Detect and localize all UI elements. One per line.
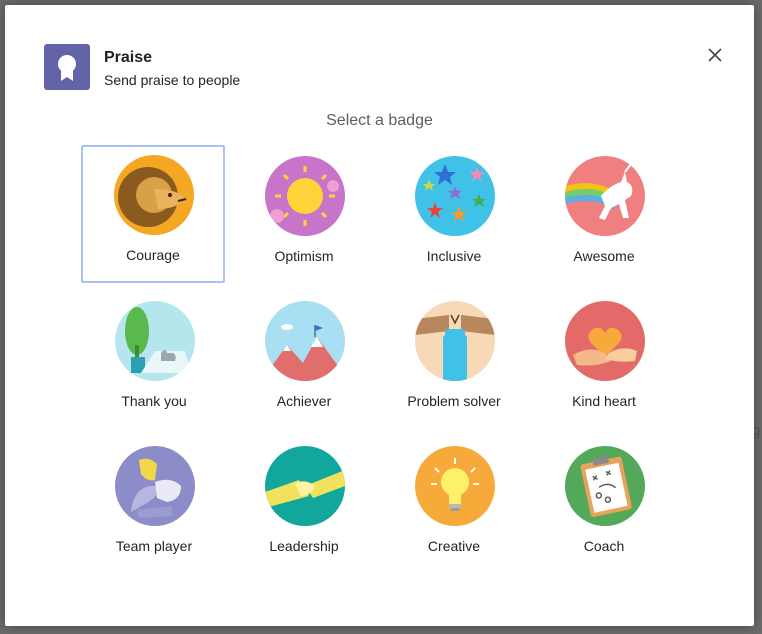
praise-dialog: Praise Send praise to people Select a ba…: [5, 5, 754, 626]
badge-label: Awesome: [573, 248, 635, 264]
badge-courage[interactable]: Courage: [81, 145, 225, 283]
unicorn-icon: [565, 156, 645, 236]
fist-icon: [415, 301, 495, 381]
badge-team-player[interactable]: Team player: [82, 436, 226, 574]
close-icon: [708, 48, 722, 62]
badge-creative[interactable]: Creative: [382, 436, 526, 574]
badge-label: Creative: [427, 538, 481, 554]
team-hands-icon: [115, 446, 195, 526]
dialog-title: Praise: [104, 49, 153, 66]
badge-leadership[interactable]: Leadership: [232, 436, 376, 574]
badge-problem-solver[interactable]: Problem solver: [382, 291, 526, 429]
lion-icon: [114, 155, 194, 235]
lightbulb-icon: [415, 446, 495, 526]
sun-icon: [265, 156, 345, 236]
thumbs-up-icon: [115, 301, 195, 381]
badge-coach[interactable]: Coach: [532, 436, 676, 574]
badge-label: Kind heart: [572, 393, 636, 409]
badge-inclusive[interactable]: Inclusive: [382, 146, 526, 284]
badge-optimism[interactable]: Optimism: [232, 146, 376, 284]
badge-label: Optimism: [274, 248, 334, 264]
badge-awesome[interactable]: Awesome: [532, 146, 676, 284]
badge-label: Achiever: [276, 393, 332, 409]
close-button[interactable]: [701, 41, 729, 69]
dialog-subtitle: Send praise to people: [104, 72, 241, 88]
badge-kind-heart[interactable]: Kind heart: [532, 291, 676, 429]
badge-achiever[interactable]: Achiever: [232, 291, 376, 429]
badge-label: Thank you: [121, 393, 187, 409]
badge-thank-you[interactable]: Thank you: [82, 291, 226, 429]
clipboard-icon: [565, 446, 645, 526]
section-heading: Select a badge: [326, 112, 433, 129]
ribbon-award-icon: [44, 44, 90, 90]
badge-label: Inclusive: [426, 248, 482, 264]
badge-label: Courage: [126, 247, 180, 263]
handshake-icon: [265, 446, 345, 526]
badge-label: Coach: [583, 538, 625, 554]
badge-label: Team player: [115, 538, 193, 554]
mountain-flag-icon: [265, 301, 345, 381]
badge-label: Problem solver: [407, 393, 501, 409]
heart-hands-icon: [565, 301, 645, 381]
stars-icon: [415, 156, 495, 236]
badge-label: Leadership: [269, 538, 339, 554]
